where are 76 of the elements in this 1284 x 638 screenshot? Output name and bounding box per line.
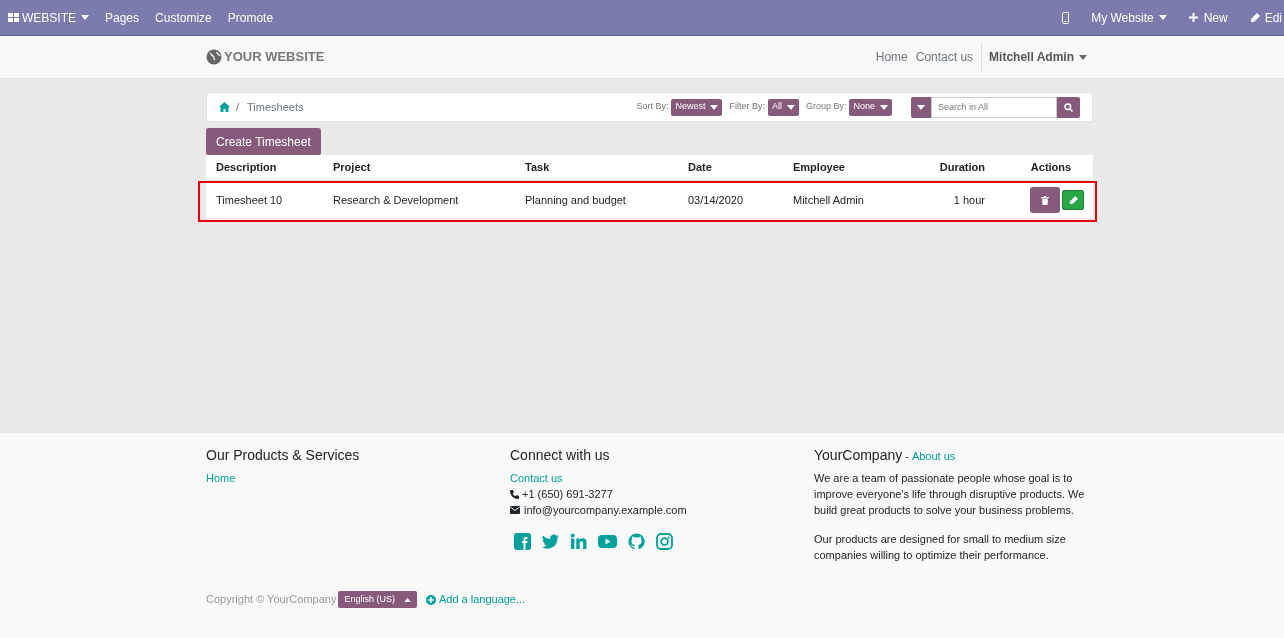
caret-icon	[1079, 54, 1087, 60]
home-icon	[219, 102, 230, 112]
search-icon	[1064, 102, 1073, 112]
menu-link[interactable]: Promote	[219, 0, 282, 35]
search-options-button[interactable]	[911, 96, 931, 118]
footer-heading: Connect with us	[510, 446, 611, 465]
filter-dropdown[interactable]: All	[767, 98, 799, 116]
filter-label: Filter By:	[729, 100, 765, 114]
facebook-icon[interactable]	[514, 533, 531, 550]
github-icon[interactable]	[628, 533, 645, 550]
email-address: info@yourcompany.example.com	[524, 503, 687, 518]
plus-icon	[1188, 13, 1198, 22]
caret-icon	[786, 104, 795, 110]
filter-label: Group By:	[805, 100, 847, 114]
phone-number: +1 (650) 691-3277	[522, 487, 613, 502]
footer-paragraph: We are a team of passionate people whose goal is to improve everyone's life through disruptive products. We build great products to solve your business problems.	[814, 471, 1086, 518]
menu-link[interactable]: My Website	[1077, 0, 1175, 35]
youtube-icon[interactable]	[598, 533, 617, 550]
nav-link[interactable]: Contact us	[911, 48, 978, 66]
filter-label: Sort By:	[636, 100, 669, 114]
edit-button[interactable]	[1062, 190, 1084, 210]
search-button[interactable]	[1057, 96, 1080, 118]
table-cell-text: Planning and budget	[524, 192, 627, 208]
globe-icon	[206, 49, 222, 65]
caret-icon	[710, 104, 719, 110]
menu-link[interactable]: Edi	[1235, 0, 1284, 35]
create-timesheet-button[interactable]: Create Timesheet	[206, 128, 321, 155]
filter-dropdown[interactable]: None	[849, 98, 892, 116]
pencil-icon	[1249, 12, 1260, 23]
grid-icon	[8, 13, 19, 22]
column-header: Date	[687, 160, 713, 176]
footer-heading: Our Products & Services	[206, 446, 361, 465]
menu-link[interactable]: Pages	[97, 0, 148, 35]
caret-icon	[917, 104, 925, 110]
footer-heading: YourCompany	[814, 446, 903, 465]
caret-icon	[880, 104, 888, 110]
pencil-icon	[1068, 195, 1078, 205]
column-header: Description	[215, 160, 278, 176]
instagram-icon[interactable]	[656, 533, 673, 550]
twitter-icon[interactable]	[542, 533, 559, 550]
column-header: Employee	[792, 160, 846, 176]
breadcrumb-current: Timesheets	[247, 99, 304, 115]
table-cell-text: 03/14/2020	[687, 192, 745, 208]
language-dropdown[interactable]: English (US)	[338, 591, 417, 608]
nav-link[interactable]: Home	[871, 48, 912, 66]
apps-menu[interactable]: WEBSITE	[0, 0, 97, 35]
column-header: Task	[524, 160, 551, 176]
column-header: Duration	[938, 160, 986, 176]
phone-icon	[510, 489, 519, 499]
search-field[interactable]: Search in All	[931, 96, 1057, 118]
site-logo[interactable]: YOUR WEBSITE	[206, 47, 325, 67]
copyright-text: Copyright © YourCompany	[206, 592, 337, 608]
table-cell-text: Mitchell Admin	[792, 192, 865, 208]
mobile-phone-icon	[1062, 11, 1070, 24]
column-header: Actions	[1029, 160, 1073, 176]
table-cell-text: 1 hour	[952, 192, 986, 208]
menu-link[interactable]: New	[1174, 0, 1236, 35]
menu-link[interactable]: Customize	[147, 0, 220, 35]
plus-circle-icon	[425, 594, 436, 605]
add-language-link[interactable]: Add a language...	[425, 591, 526, 608]
user-menu[interactable]: Mitchell Admin	[981, 42, 1093, 72]
caret-icon	[403, 597, 411, 602]
trash-icon	[1041, 195, 1049, 205]
breadcrumb-separator: /	[236, 99, 240, 115]
envelope-icon	[510, 506, 520, 514]
filter-dropdown[interactable]: Newest	[671, 98, 723, 116]
footer-link[interactable]: Contact us	[510, 470, 814, 486]
table-cell-text: Timesheet 10	[215, 192, 284, 208]
footer-link[interactable]: About us	[911, 448, 956, 465]
footer-paragraph: Our products are designed for small to medium size companies willing to optimize their performance.	[814, 532, 1067, 563]
separator-text: -	[905, 449, 909, 464]
column-header: Project	[332, 160, 372, 176]
delete-button[interactable]	[1030, 187, 1060, 213]
footer-link[interactable]: Home	[206, 470, 510, 487]
table-cell-text: Research & Development	[332, 192, 460, 208]
linkedin-icon[interactable]	[570, 533, 587, 550]
